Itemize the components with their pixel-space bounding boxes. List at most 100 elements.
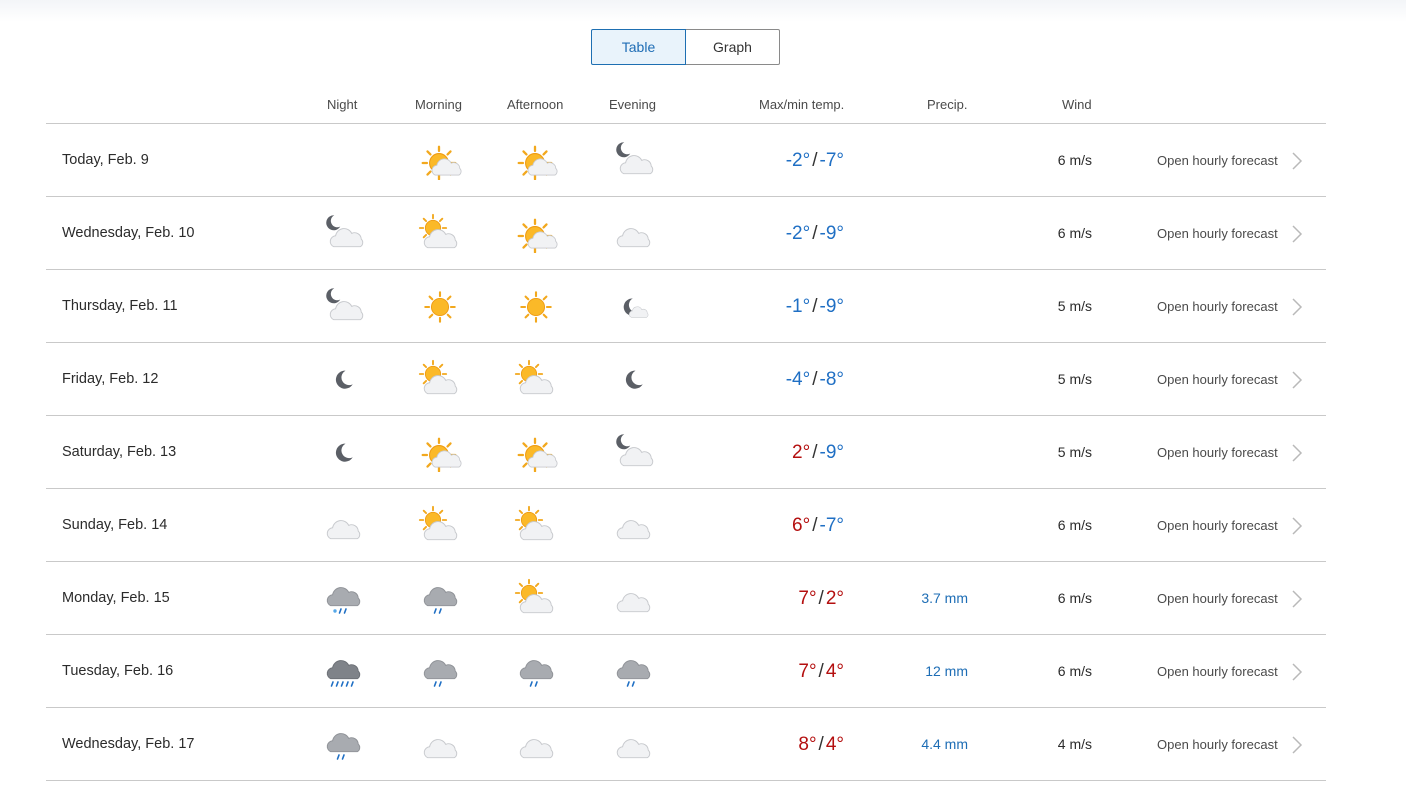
sleet-icon [326, 587, 361, 614]
cloud-icon [616, 520, 651, 540]
min-temp: -9° [819, 442, 845, 463]
temperature: -1° / -9° [786, 270, 844, 343]
temperature: 7°/4° [798, 635, 844, 708]
min-temp: -9° [819, 296, 845, 317]
forecast-row[interactable]: Wednesday, Feb. 10 -2° / -9° 6 m/s Open hourl… [46, 197, 1326, 270]
open-hourly-forecast-link[interactable]: Open hourly forecast [1157, 197, 1278, 270]
temperature: 8°/4° [798, 708, 844, 781]
sun-behind-cloud-icon [418, 213, 458, 249]
rain-icon [326, 733, 361, 760]
forecast-date: Saturday, Feb. 13 [62, 444, 177, 460]
header-afternoon: Afternoon [507, 97, 564, 112]
rain-icon [616, 660, 651, 687]
forecast-date: Wednesday, Feb. 10 [62, 225, 195, 241]
open-hourly-forecast-link[interactable]: Open hourly forecast [1157, 270, 1278, 343]
forecast-row[interactable]: Today, Feb. 9 -2° / -7° 6 m/s Open hourly for… [46, 124, 1326, 197]
graph-view-button[interactable]: Graph [686, 29, 780, 65]
cloud-icon [423, 739, 458, 759]
partly-sunny-icon [517, 437, 558, 472]
wind-speed: 6 m/s [1057, 225, 1092, 241]
temp-separator: / [812, 150, 818, 171]
partly-sunny-icon [517, 218, 558, 253]
max-temp: -1° [785, 296, 811, 317]
wind-speed: 6 m/s [1057, 663, 1092, 679]
chevron-right-icon[interactable] [1291, 370, 1303, 390]
table-view-button[interactable]: Table [591, 29, 686, 65]
sun-behind-cloud-icon [514, 505, 554, 541]
temp-separator: / [812, 223, 818, 244]
partly-cloudy-night-icon [326, 288, 364, 321]
wind-speed: 4 m/s [1057, 736, 1092, 752]
sun-behind-cloud-icon [514, 359, 554, 395]
open-hourly-forecast-link[interactable]: Open hourly forecast [1157, 343, 1278, 416]
chevron-right-icon[interactable] [1291, 516, 1303, 536]
min-temp: -8° [819, 369, 845, 390]
forecast-date: Tuesday, Feb. 16 [62, 663, 174, 679]
temperature: 7°/2° [798, 562, 844, 635]
max-temp: -4° [785, 369, 811, 390]
rain-icon [423, 660, 458, 687]
temp-separator: / [812, 296, 818, 317]
open-hourly-forecast-link[interactable]: Open hourly forecast [1157, 708, 1278, 781]
forecast-row[interactable]: Friday, Feb. 12 -4° / -8° 5 m/s Open hourly f… [46, 343, 1326, 416]
forecast-date: Wednesday, Feb. 17 [62, 736, 195, 752]
partly-sunny-icon [421, 145, 462, 180]
top-band [0, 0, 1406, 22]
min-temp: -7° [819, 150, 845, 171]
partly-sunny-icon [517, 145, 558, 180]
header-wind: Wind [1062, 97, 1092, 112]
open-hourly-forecast-link[interactable]: Open hourly forecast [1157, 489, 1278, 562]
min-temp: -9° [819, 223, 845, 244]
moon-icon [335, 370, 353, 389]
moon-small-cloud-icon [623, 298, 649, 318]
heavy-rain-icon [326, 660, 361, 687]
forecast-row[interactable]: Sunday, Feb. 14 6° / -7° 6 m/s Open hourly fo… [46, 489, 1326, 562]
wind-speed: 6 m/s [1057, 590, 1092, 606]
temperature: -2° / -9° [786, 197, 844, 270]
forecast-date: Monday, Feb. 15 [62, 590, 170, 606]
forecast-row[interactable]: Wednesday, Feb. 17 8°/4° 4.4 mm 4 m/s Open h… [46, 708, 1326, 781]
min-temp: 4° [825, 734, 844, 755]
wind-speed: 6 m/s [1057, 517, 1092, 533]
temp-separator: / [818, 734, 824, 755]
forecast-row[interactable]: Tuesday, Feb. 16 7°/4° 12 mm 6 m/s Open hour… [46, 635, 1326, 708]
rain-icon [519, 660, 554, 687]
chevron-right-icon[interactable] [1291, 589, 1303, 609]
sun-behind-cloud-icon [418, 359, 458, 395]
sun-behind-cloud-icon [514, 578, 554, 614]
header-morning: Morning [415, 97, 462, 112]
rain-icon [423, 587, 458, 614]
chevron-right-icon[interactable] [1291, 662, 1303, 682]
min-temp: 2° [825, 588, 844, 609]
open-hourly-forecast-link[interactable]: Open hourly forecast [1157, 635, 1278, 708]
max-temp: -2° [785, 150, 811, 171]
partly-cloudy-night-icon [616, 434, 654, 467]
chevron-right-icon[interactable] [1291, 224, 1303, 244]
forecast-row[interactable]: Monday, Feb. 15 7°/2° 3.7 mm 6 m/s Open hour… [46, 562, 1326, 635]
max-temp: -2° [785, 223, 811, 244]
forecast-date: Friday, Feb. 12 [62, 371, 159, 387]
chevron-right-icon[interactable] [1291, 443, 1303, 463]
header-temp: Max/min temp. [759, 97, 845, 112]
open-hourly-forecast-link[interactable]: Open hourly forecast [1157, 562, 1278, 635]
max-temp: 7° [798, 588, 817, 609]
temperature: 2° / -9° [792, 416, 844, 489]
chevron-right-icon[interactable] [1291, 297, 1303, 317]
chevron-right-icon[interactable] [1291, 151, 1303, 171]
cloud-icon [616, 228, 651, 248]
sun-icon [520, 291, 552, 323]
row-divider [46, 780, 1326, 781]
forecast-row[interactable]: Thursday, Feb. 11 -1° / -9° 5 m/s Open hourly… [46, 270, 1326, 343]
chevron-right-icon[interactable] [1291, 735, 1303, 755]
max-temp: 8° [798, 734, 817, 755]
open-hourly-forecast-link[interactable]: Open hourly forecast [1157, 416, 1278, 489]
view-toggle: Table Graph [591, 29, 780, 65]
open-hourly-forecast-link[interactable]: Open hourly forecast [1157, 124, 1278, 197]
partly-sunny-icon [421, 437, 462, 472]
precipitation: 3.7 mm [921, 590, 968, 606]
cloud-icon [326, 520, 361, 540]
temp-separator: / [818, 661, 824, 682]
forecast-row[interactable]: Saturday, Feb. 13 2° / -9° 5 m/s Open hourly … [46, 416, 1326, 489]
forecast-date: Today, Feb. 9 [62, 152, 149, 168]
sun-behind-cloud-icon [418, 505, 458, 541]
